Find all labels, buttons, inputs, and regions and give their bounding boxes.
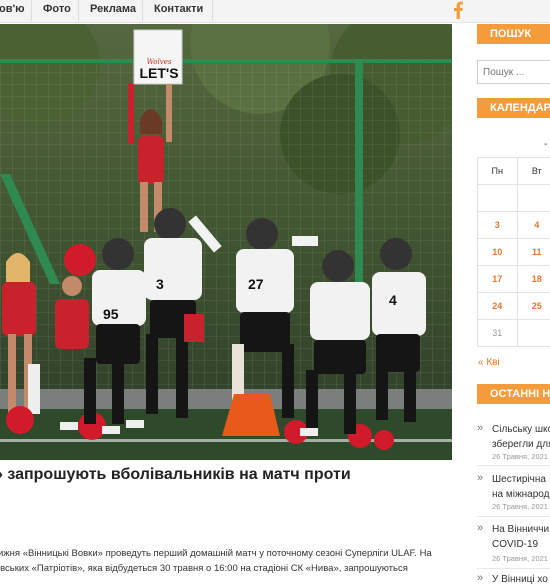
calendar-day-link[interactable]: 3 [477, 211, 518, 239]
nav-item-advertising[interactable]: Реклама [79, 0, 143, 21]
recent-news-title[interactable]: Сільську шко зберегли для [492, 422, 550, 452]
recent-news-title-line: Шестирічна [492, 474, 546, 485]
facebook-icon[interactable] [452, 1, 464, 19]
recent-news-date: 26 Травня, 2021 [492, 502, 548, 511]
search-input[interactable] [477, 60, 550, 84]
calendar-day-link[interactable]: 10 [477, 238, 518, 266]
article-body-line: ижня «Вінницькі Вовки» проведуть перший … [0, 548, 432, 559]
calendar-prev-month-link[interactable]: « Кві [478, 357, 500, 368]
calendar-day-link[interactable]: 25 [516, 292, 550, 320]
calendar-day: 31 [477, 319, 518, 347]
top-navigation: ов'ю Фото Реклама Контакти [0, 0, 550, 23]
calendar-weekday: Вт [516, 157, 550, 185]
divider [477, 465, 550, 466]
calendar-table: Пн Вт 34 10 11 17 18 24 25 31 [477, 157, 550, 347]
recent-news-title[interactable]: Шестирічна на міжнарод [492, 472, 550, 502]
calendar-heading: КАЛЕНДАР [477, 98, 550, 118]
chevron-right-icon: » [477, 422, 484, 434]
recent-news-title-line: На Вінниччи [492, 524, 550, 535]
recent-news-date: 26 Травня, 2021 [492, 452, 548, 461]
recent-news-title-line: зберегли для [492, 439, 550, 450]
calendar-weekday: Пн [477, 157, 518, 185]
calendar-month-caption: - [544, 139, 548, 150]
hero-photo: Wolves LET'S 95 3 27 4 [0, 24, 452, 460]
calendar-day [516, 184, 550, 212]
recent-news-title-line: COVID-19 [492, 539, 539, 550]
jersey-number: 3 [156, 276, 164, 292]
nav-item-photo[interactable]: Фото [32, 0, 79, 21]
calendar-day [477, 184, 518, 212]
calendar-day [516, 319, 550, 347]
divider [477, 568, 550, 569]
calendar-day-link[interactable]: 24 [477, 292, 518, 320]
jersey-number: 27 [248, 276, 264, 292]
recent-news-title[interactable]: На Вінниччи COVID-19 [492, 522, 550, 552]
calendar-day-link[interactable]: 18 [516, 265, 550, 293]
chevron-right-icon: » [477, 572, 484, 584]
search-heading: ПОШУК [477, 24, 550, 44]
chevron-right-icon: » [477, 522, 484, 534]
jersey-number: 4 [389, 292, 397, 308]
recent-news-title-line: на міжнарод [492, 489, 550, 500]
recent-news-heading: ОСТАННІ НО [477, 384, 550, 404]
hero-sign-main: LET'S [139, 65, 179, 81]
calendar-day-link[interactable]: 17 [477, 265, 518, 293]
chevron-right-icon: » [477, 472, 484, 484]
calendar-day-link[interactable]: 11 [516, 238, 550, 266]
recent-news-title-line: Сільську шко [492, 424, 550, 435]
nav-item-contacts[interactable]: Контакти [143, 0, 213, 21]
calendar-day-link[interactable]: 4 [516, 211, 550, 239]
hero-sign: Wolves LET'S [137, 58, 181, 80]
jersey-number: 95 [103, 306, 119, 322]
recent-news-date: 26 Травня, 2021 [492, 554, 548, 563]
article-title[interactable]: » запрошують вболівальників на матч прот… [0, 466, 454, 484]
article-body: ижня «Вінницькі Вовки» проведуть перший … [0, 546, 456, 576]
article-body-line: івських «Патріотів», яка відбудеться 30 … [0, 563, 408, 574]
divider [477, 516, 550, 517]
nav-item-reviews[interactable]: ов'ю [0, 0, 32, 21]
